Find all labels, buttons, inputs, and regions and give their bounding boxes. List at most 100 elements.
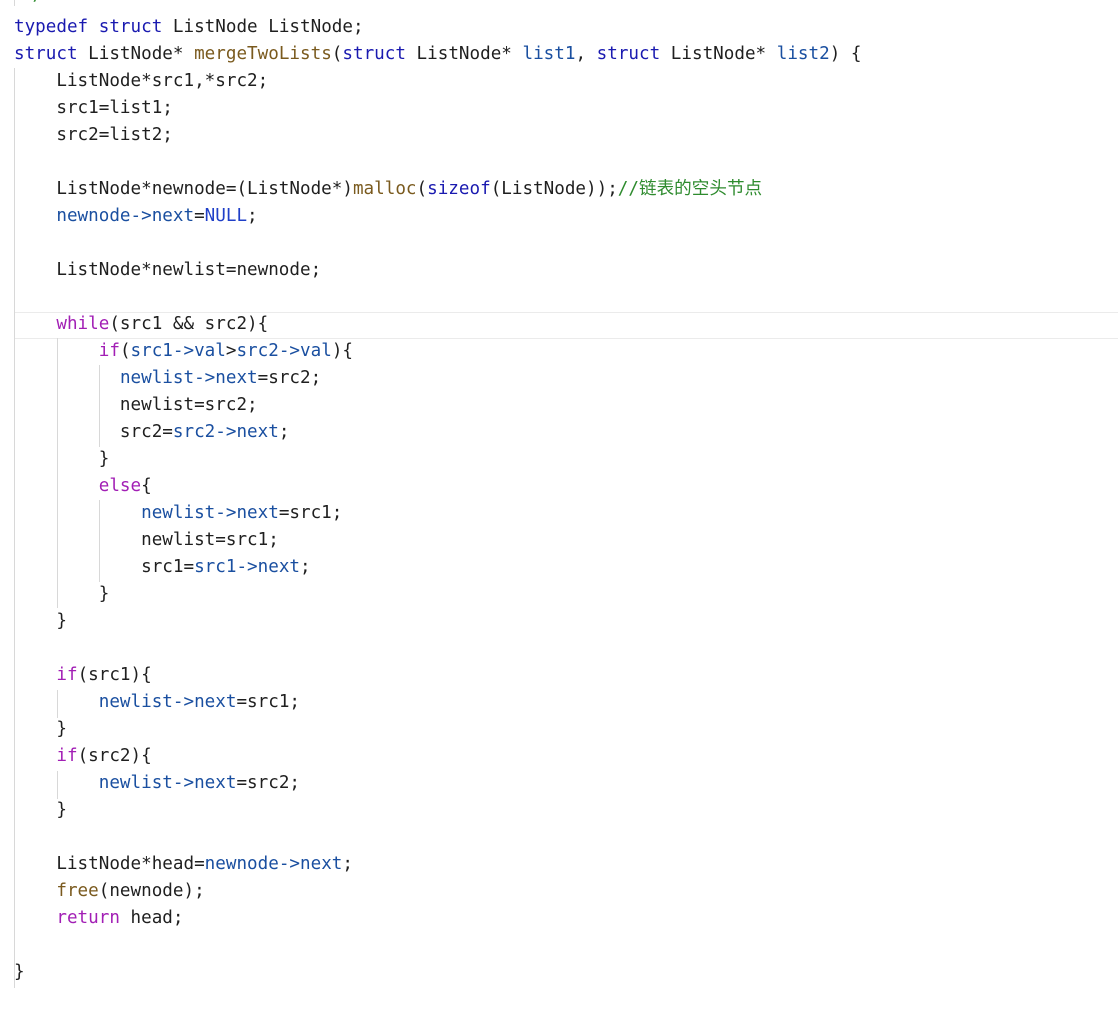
code-token-plain: ) { [829,44,862,64]
code-line[interactable]: src1=list1; [14,95,173,122]
code-line[interactable]: typedef struct ListNode ListNode; [14,14,364,41]
code-token-plain: { [141,476,152,496]
code-token-plain: newlist=src2; [14,395,258,415]
code-line[interactable]: src1=src1->next; [14,554,311,581]
code-token-plain: src1= [14,557,195,577]
code-token-plain: } [14,584,110,604]
code-line[interactable]: struct ListNode* mergeTwoLists(struct Li… [14,41,861,68]
code-token-member: newnode->next [56,206,195,226]
code-token-plain: ListNode*src1,*src2; [14,71,269,91]
code-token-plain: (src1){ [77,665,152,685]
code-token-func: free [56,881,99,901]
code-token-plain: =src1; [236,692,301,712]
code-line[interactable]: } [14,797,67,824]
code-token-plain: } [14,449,110,469]
code-token-member: src1->val [130,341,226,361]
code-token-plain: ListNode* [77,44,195,64]
code-line[interactable]: if(src1->val>src2->val){ [14,338,353,365]
code-token-member: newlist->next [98,692,237,712]
code-token-control: while [56,314,110,334]
code-token-keyword: typedef [14,17,89,37]
code-token-plain: } [14,611,67,631]
code-line[interactable]: if(src2){ [14,743,151,770]
code-line[interactable]: ListNode*head=newnode->next; [14,851,353,878]
code-token-member: newlist->next [119,368,258,388]
code-token-plain: ListNode*newnode=(ListNode*) [14,179,353,199]
code-token-plain: ListNode ListNode; [162,17,364,37]
code-token-keyword: struct [98,17,163,37]
code-token-member: newlist->next [141,503,279,523]
code-token-comment: //链表的空头节点 [617,179,763,199]
code-token-member: list2 [776,44,830,64]
code-line[interactable]: ListNode*src1,*src2; [14,68,268,95]
code-token-plain: ( [119,341,131,361]
code-token-control: return [56,908,120,928]
code-token-plain: =src1; [278,503,343,523]
code-token-member: src2->next [172,422,279,442]
code-line[interactable]: } [14,716,67,743]
cut-off-comment-end: */ [12,0,38,6]
code-token-plain: (src1 && src2){ [109,314,269,334]
code-token-plain: ListNode*newlist=newnode; [14,260,322,280]
code-token-plain: ; [300,557,311,577]
code-token-keyword: sizeof [427,179,491,199]
code-token-member: list1 [522,44,576,64]
code-token-plain: ; [342,854,353,874]
code-token-plain: ; [247,206,258,226]
code-token-control: if [56,746,78,766]
code-token-plain: src1=list1; [14,98,173,118]
code-line[interactable]: if(src1){ [14,662,152,689]
code-line[interactable]: newlist->next=src1; [14,500,342,527]
code-token-member: src2->val [236,341,332,361]
code-token-plain: ( [331,44,343,64]
code-editor[interactable]: */ typedef struct ListNode ListNode;stru… [0,0,1118,1025]
code-line[interactable]: } [14,959,25,986]
code-line[interactable]: newnode->next=NULL; [14,203,258,230]
code-line[interactable]: newlist->next=src2; [14,770,300,797]
code-line[interactable]: } [14,446,110,473]
code-line[interactable]: src2=list2; [14,122,173,149]
code-line[interactable]: } [14,608,67,635]
code-line[interactable]: free(newnode); [14,878,204,905]
indent-guide [14,0,15,6]
code-token-keyword: struct [14,44,78,64]
code-token-plain: src2=list2; [14,125,173,145]
code-token-member: newnode->next [204,854,343,874]
code-line[interactable]: src2=src2->next; [14,419,290,446]
code-line[interactable]: ListNode*newnode=(ListNode*)malloc(sizeo… [14,176,762,203]
code-line[interactable]: newlist=src1; [14,527,279,554]
code-token-plain: } [14,800,67,820]
code-line[interactable]: } [14,581,110,608]
code-line[interactable]: newlist->next=src1; [14,689,300,716]
code-token-keyword: struct [596,44,661,64]
code-token-plain: (ListNode)); [490,179,618,199]
code-token-plain: } [14,719,67,739]
code-token-plain: } [14,962,25,982]
code-token-func: mergeTwoLists [194,44,332,64]
code-token-plain: ){ [331,341,353,361]
code-token-plain: newlist=src1; [14,530,279,550]
code-line[interactable]: return head; [14,905,183,932]
code-line[interactable]: while(src1 && src2){ [14,311,268,338]
code-token-plain: =src2; [236,773,301,793]
code-line[interactable]: newlist=src2; [14,392,258,419]
code-line[interactable]: ListNode*newlist=newnode; [14,257,321,284]
code-token-keyword: struct [342,44,406,64]
code-line[interactable]: newlist->next=src2; [14,365,321,392]
code-token-control: if [56,665,78,685]
code-token-plain: ListNode* [405,44,523,64]
code-line[interactable]: else{ [14,473,152,500]
code-token-member: src1->next [194,557,301,577]
